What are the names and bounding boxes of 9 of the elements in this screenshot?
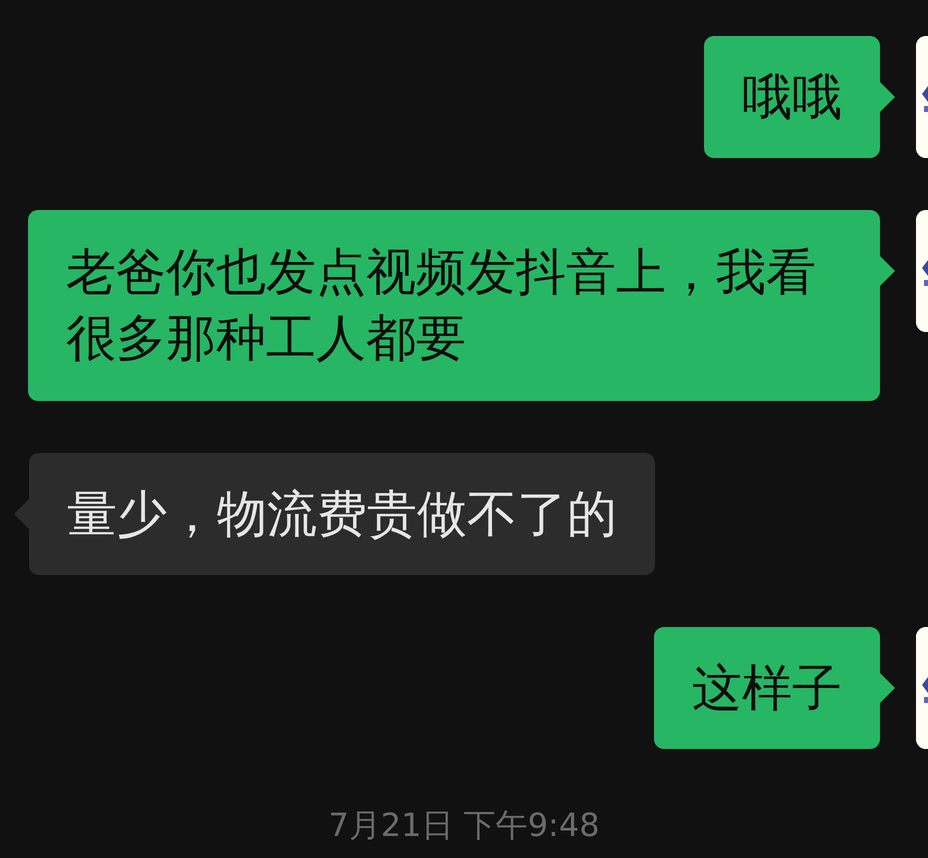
message-bubble: 这样子: [654, 627, 880, 749]
bubble-tail: [880, 82, 895, 112]
message-bubble: 哦哦: [704, 36, 880, 158]
message-bubble: 老爸你也发点视频发抖音上，我看很多那种工人都要: [28, 210, 880, 401]
bubble-tail: [880, 256, 895, 286]
message-timestamp: 7月21日 下午9:48: [327, 809, 601, 841]
bubble-tail: [14, 499, 29, 529]
message-bubble: 量少，物流费贵做不了的: [29, 453, 655, 575]
bubble-tail: [880, 673, 895, 703]
